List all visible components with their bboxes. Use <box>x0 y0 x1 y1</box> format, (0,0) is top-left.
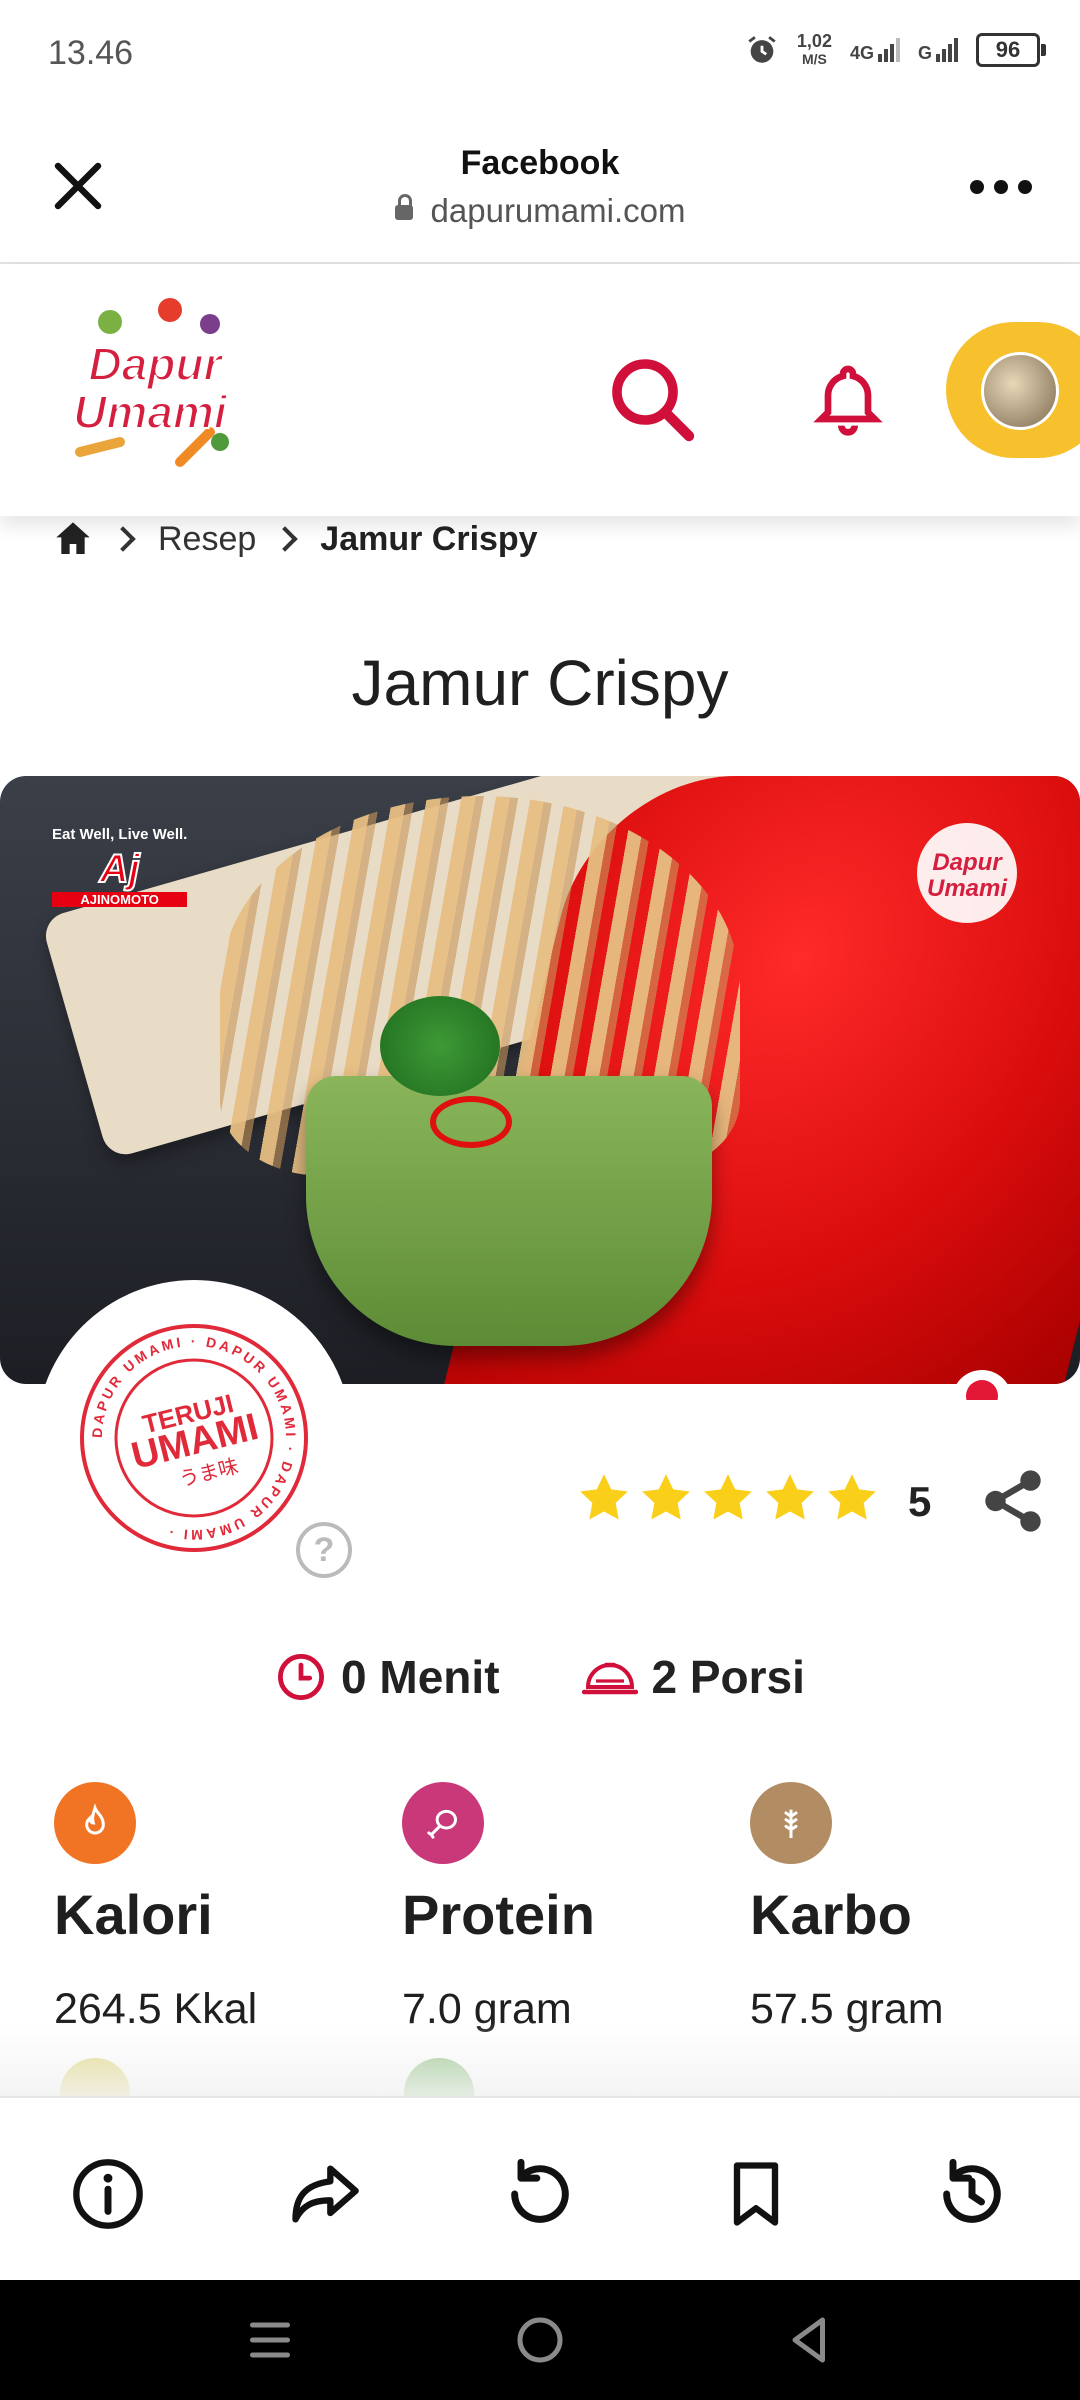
rating-value: 5 <box>908 1478 932 1525</box>
star-icon[interactable] <box>762 1470 818 1526</box>
signal-4g-icon: 4G <box>850 38 900 62</box>
in-app-browser-bar: Facebook dapurumami.com <box>0 110 1080 264</box>
lock-icon <box>394 194 413 220</box>
portions: 2 Porsi <box>581 1650 805 1704</box>
status-bar: 13.46 1,02 M/S 4G G 96 <box>0 0 1080 110</box>
back-icon[interactable] <box>780 2310 840 2370</box>
chevron-right-icon <box>272 526 299 552</box>
breadcrumb: Resep Jamur Crispy <box>52 514 538 564</box>
info-icon[interactable] <box>70 2156 146 2232</box>
chevron-right-icon <box>110 526 136 552</box>
system-nav-bar <box>0 2280 1080 2400</box>
net-speed: 1,02 M/S <box>796 31 832 67</box>
browser-url[interactable]: dapurumami.com <box>0 192 1080 230</box>
status-time: 13.46 <box>48 34 134 72</box>
clock-icon <box>278 1654 325 1700</box>
signal-g-icon: G <box>918 38 958 62</box>
home-icon[interactable] <box>52 519 94 559</box>
svg-text:Dapur: Dapur <box>89 338 224 390</box>
site-header: Dapur Umami <box>0 264 1080 516</box>
star-icon[interactable] <box>638 1470 694 1526</box>
avatar <box>981 352 1059 430</box>
menu-icon[interactable] <box>240 2310 300 2370</box>
dapur-umami-logo[interactable]: Dapur Umami <box>60 292 250 482</box>
browser-toolbar <box>0 2096 1080 2282</box>
nutrition-karbo: Karbo 57.5 gram <box>750 1782 1050 2034</box>
parsley-garnish <box>380 996 500 1096</box>
browser-title: Facebook <box>460 144 620 182</box>
svg-text:Umami: Umami <box>73 386 228 438</box>
fire-icon <box>54 1782 136 1864</box>
nutrition-name: Karbo <box>750 1883 912 1946</box>
star-icon[interactable] <box>824 1470 880 1526</box>
history-icon[interactable] <box>934 2156 1010 2232</box>
breadcrumb-resep[interactable]: Resep <box>158 520 256 559</box>
serving-dish-icon <box>581 1662 638 1695</box>
bell-icon[interactable] <box>808 356 888 442</box>
reload-icon[interactable] <box>502 2156 578 2232</box>
share-icon[interactable] <box>978 1466 1048 1536</box>
star-icon[interactable] <box>576 1470 632 1526</box>
nutrition-protein: Protein 7.0 gram <box>402 1782 702 2034</box>
breadcrumb-current: Jamur Crispy <box>320 519 538 558</box>
recipe-meta: 0 Menit 2 Porsi <box>0 1650 1080 1704</box>
nutrition-name: Kalori <box>54 1883 213 1946</box>
cook-time: 0 Menit <box>275 1650 500 1704</box>
bookmark-icon[interactable] <box>718 2156 794 2232</box>
home-icon[interactable] <box>510 2310 570 2370</box>
teruji-umami-stamp: DAPUR UMAMI · DAPUR UMAMI · DAPUR UMAMI … <box>80 1324 308 1552</box>
wheat-icon <box>750 1782 832 1864</box>
more-options-icon[interactable] <box>970 180 1032 194</box>
drumstick-icon <box>402 1782 484 1864</box>
nutrition-name: Protein <box>402 1883 595 1946</box>
chili-garnish <box>430 1096 512 1148</box>
dapur-umami-watermark: Dapur Umami <box>917 823 1017 923</box>
battery-icon: 96 <box>976 33 1046 67</box>
help-icon[interactable]: ? <box>296 1522 352 1578</box>
status-indicators: 1,02 M/S 4G G 96 <box>745 31 1046 68</box>
svg-text:Umami: Umami <box>927 875 1008 902</box>
ajinomoto-logo: Eat Well, Live Well. Aj AJINOMOTO <box>52 826 188 907</box>
share-forward-icon[interactable] <box>286 2156 362 2232</box>
alarm-icon <box>748 36 776 63</box>
star-icon[interactable] <box>700 1470 756 1526</box>
search-icon[interactable] <box>605 352 701 448</box>
nutrition-kalori: Kalori 264.5 Kkal <box>54 1782 354 2034</box>
rating-stars[interactable] <box>576 1470 880 1526</box>
profile-button[interactable] <box>946 322 1080 458</box>
page-title: Jamur Crispy <box>351 647 729 719</box>
svg-text:Dapur: Dapur <box>932 849 1003 876</box>
